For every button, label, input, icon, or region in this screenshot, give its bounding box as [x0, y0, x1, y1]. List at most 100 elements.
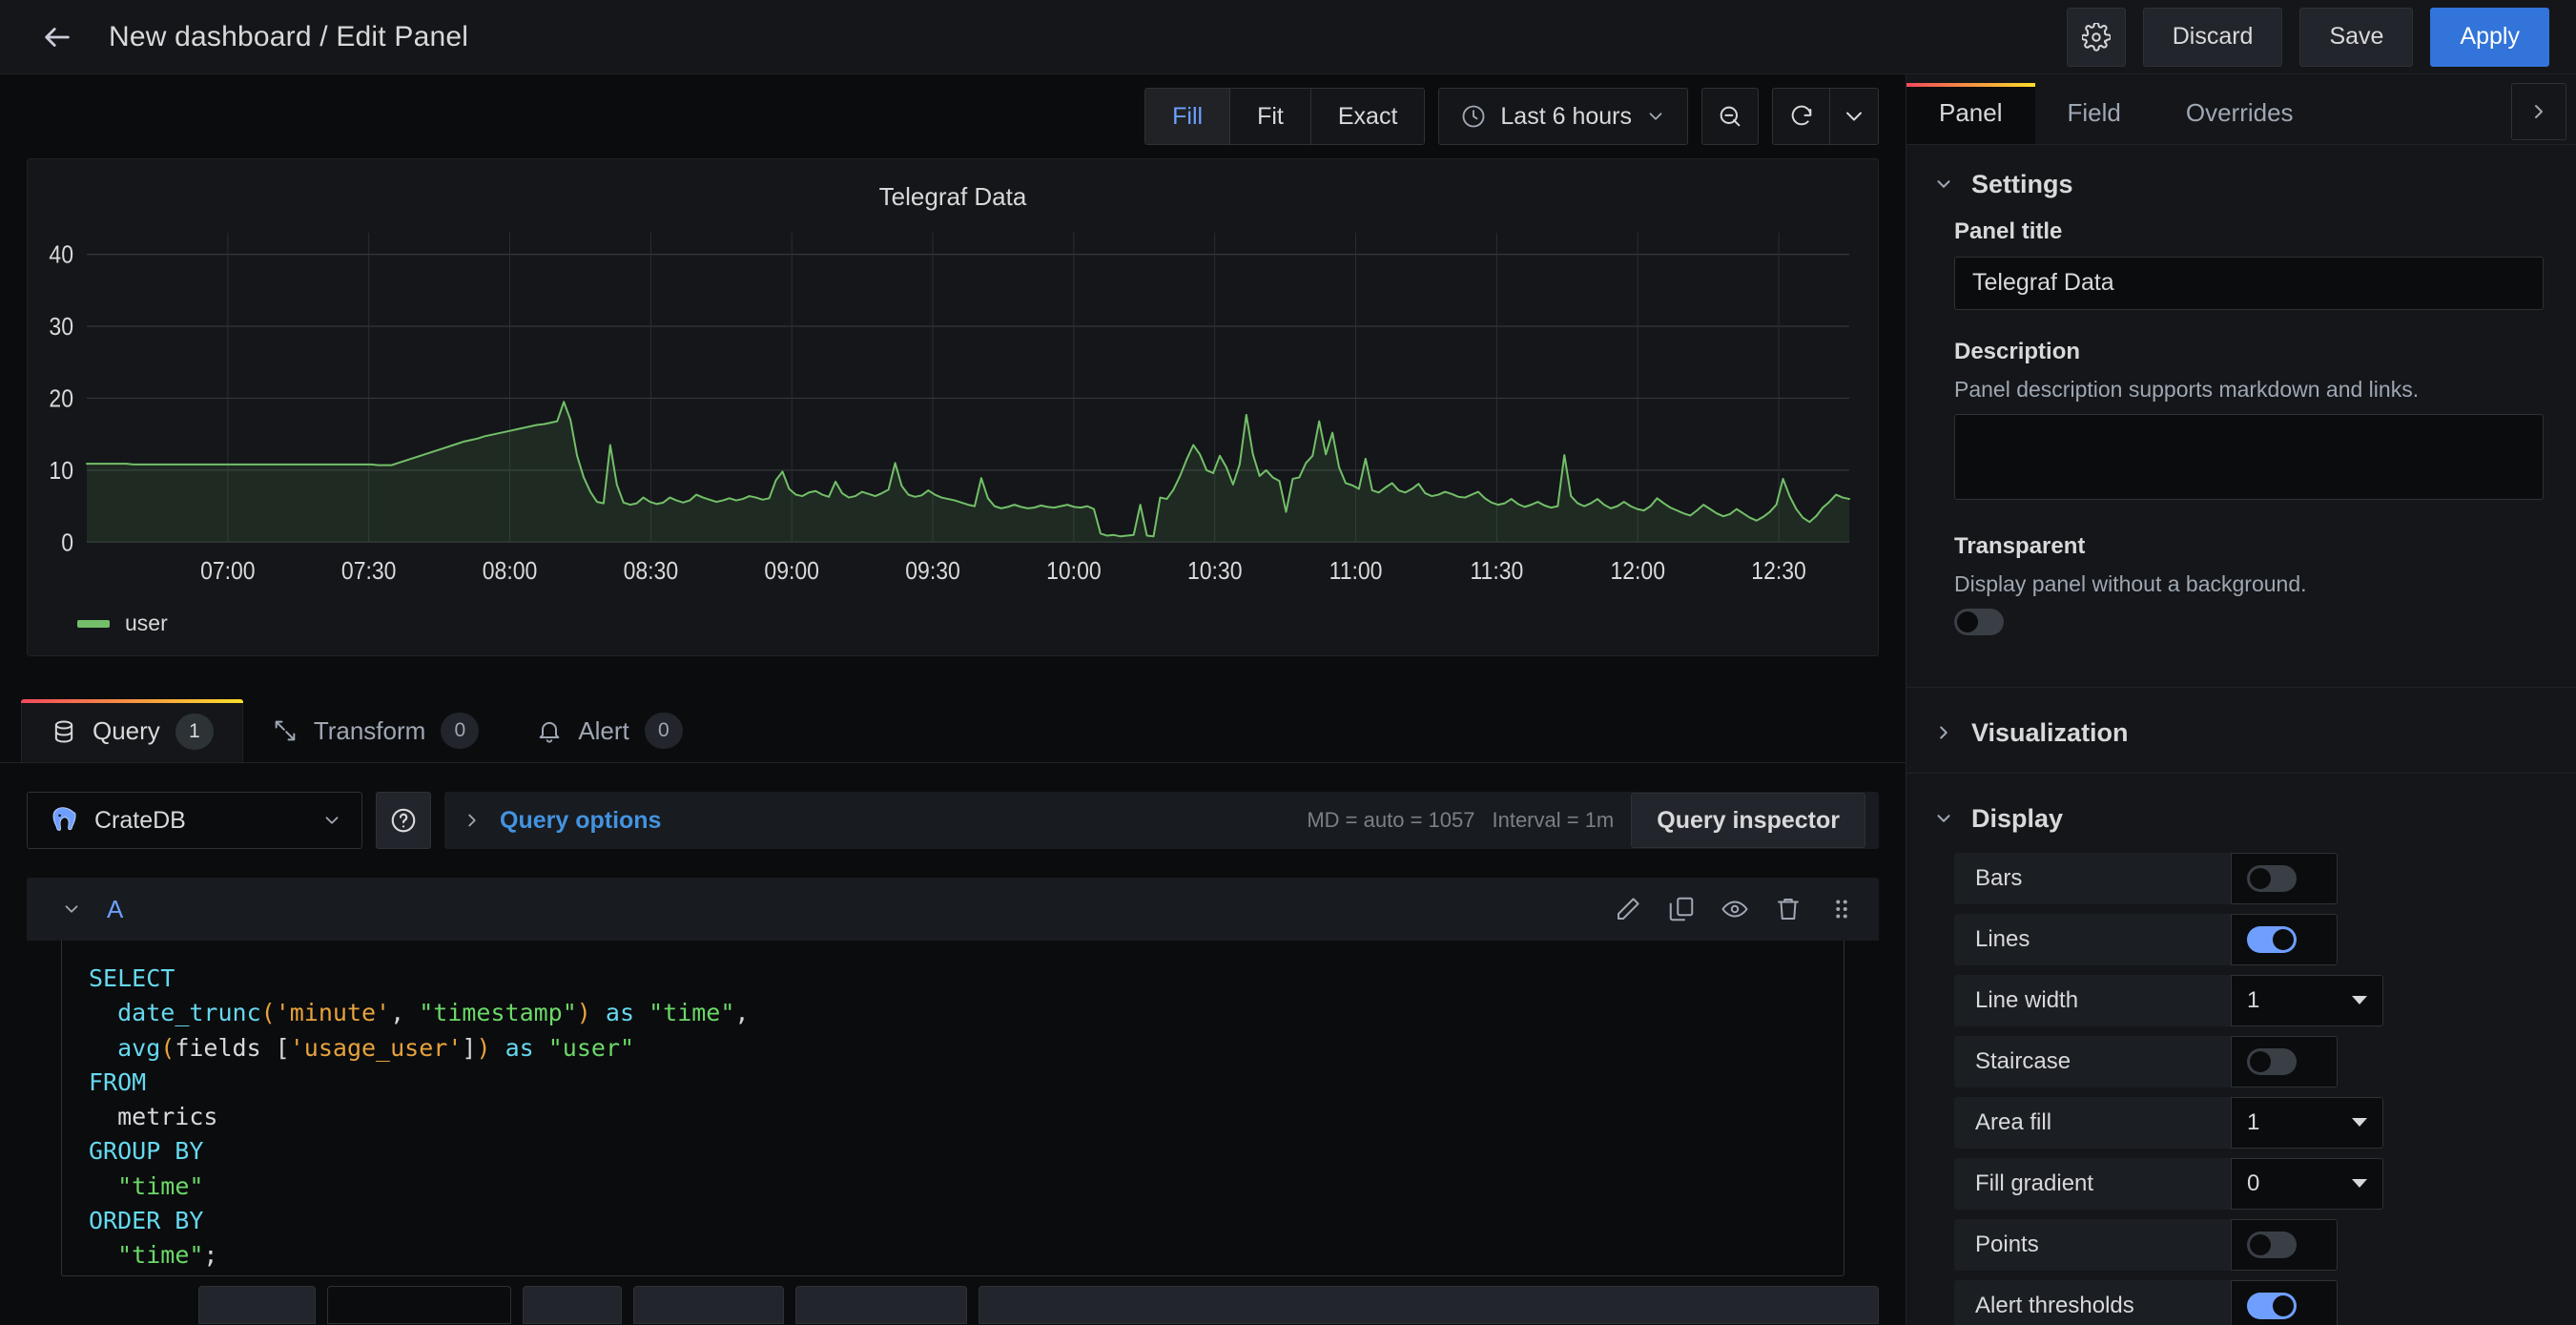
chevron-down-icon — [1649, 113, 1662, 120]
transform-icon — [275, 720, 296, 741]
svg-text:08:30: 08:30 — [624, 558, 679, 586]
chevron-down-icon[interactable] — [61, 899, 82, 920]
display-option-row: Line width 1 — [1954, 974, 2544, 1026]
tab-alert-count: 0 — [644, 713, 683, 749]
panel-title-input[interactable] — [1954, 256, 2544, 310]
toggle-lines[interactable] — [2247, 925, 2297, 953]
toggle-staircase[interactable] — [2247, 1047, 2297, 1075]
options-tab-bar: Panel Field Overrides — [1906, 74, 2576, 145]
tab-transform[interactable]: Transform 0 — [243, 699, 508, 762]
tab-field[interactable]: Field — [2035, 83, 2154, 144]
svg-text:30: 30 — [49, 314, 73, 342]
partial-button-4[interactable] — [633, 1286, 785, 1324]
clock-icon — [1462, 105, 1485, 128]
display-option-control — [2231, 1218, 2338, 1271]
refresh-interval-dropdown[interactable] — [1829, 88, 1879, 145]
sql-code-content: SELECT date_trunc('minute', "timestamp")… — [89, 964, 750, 1269]
time-range-picker[interactable]: Last 6 hours — [1438, 88, 1688, 145]
partial-button-6[interactable] — [978, 1286, 1879, 1324]
section-display-header[interactable]: Display — [1906, 779, 2576, 853]
caret-down-icon — [2352, 1179, 2367, 1189]
section-settings-header[interactable]: Settings — [1906, 145, 2576, 218]
transparent-toggle[interactable] — [1954, 608, 2004, 635]
description-textarea[interactable] — [1954, 413, 2544, 500]
select-value: 1 — [2247, 1108, 2260, 1135]
svg-text:20: 20 — [49, 385, 73, 413]
panel-settings-button[interactable] — [2066, 7, 2126, 67]
display-option-label: Points — [1954, 1218, 2231, 1271]
query-options-toggle[interactable]: Query options — [500, 807, 661, 835]
drag-handle-icon[interactable] — [1827, 895, 1856, 923]
refresh-button[interactable] — [1772, 88, 1829, 145]
toggle-points[interactable] — [2247, 1231, 2297, 1258]
legend-color-swatch — [77, 619, 110, 628]
save-button[interactable]: Save — [2299, 7, 2414, 67]
size-mode-fill[interactable]: Fill — [1145, 89, 1231, 144]
trash-icon[interactable] — [1774, 895, 1803, 923]
select-area-fill[interactable]: 1 — [2231, 1096, 2383, 1149]
description-label: Description — [1954, 338, 2081, 364]
tab-alert[interactable]: Alert 0 — [507, 699, 711, 762]
datasource-picker[interactable]: CrateDB — [27, 792, 362, 849]
eye-icon[interactable] — [1721, 895, 1749, 923]
partial-button-5[interactable] — [795, 1286, 967, 1324]
query-inspector-button[interactable]: Query inspector — [1631, 793, 1865, 848]
collapse-options-pane-button[interactable] — [2511, 82, 2566, 140]
tab-panel[interactable]: Panel — [1906, 82, 2035, 144]
bell-icon — [539, 721, 560, 743]
svg-text:0: 0 — [61, 529, 73, 557]
discard-button[interactable]: Discard — [2142, 7, 2283, 67]
svg-text:12:30: 12:30 — [1751, 558, 1806, 586]
database-icon — [54, 720, 73, 742]
sql-editor[interactable]: SELECT date_trunc('minute', "timestamp")… — [61, 941, 1844, 1276]
options-scroll-area[interactable]: Settings Panel title Description Panel d… — [1906, 145, 2576, 1325]
viz-toolbar: Fill Fit Exact Last 6 hours — [0, 74, 1906, 158]
svg-text:10:00: 10:00 — [1046, 558, 1102, 586]
workspace: Fill Fit Exact Last 6 hours Telegraf Dat… — [0, 74, 2576, 1325]
zoom-out-button[interactable] — [1701, 88, 1759, 145]
toggle-bars[interactable] — [2247, 864, 2297, 892]
chevron-right-icon[interactable] — [462, 810, 483, 831]
svg-text:12:00: 12:00 — [1610, 558, 1665, 586]
legend-series-label[interactable]: user — [125, 611, 168, 636]
panel-size-mode-group: Fill Fit Exact — [1144, 88, 1426, 145]
select-fill-gradient[interactable]: 0 — [2231, 1157, 2383, 1210]
chart-area[interactable]: 0 10 20 30 40 07:00 07:30 08:00 08:30 09:00 09:30 1… — [28, 217, 1878, 601]
chevron-right-icon — [1940, 726, 1947, 739]
size-mode-exact[interactable]: Exact — [1310, 89, 1425, 144]
chart-legend: user — [28, 601, 1878, 655]
panel-header-title: Telegraf Data — [878, 182, 1027, 211]
size-mode-fit[interactable]: Fit — [1230, 89, 1311, 144]
display-option-control — [2231, 852, 2338, 904]
tab-query[interactable]: Query 1 — [21, 699, 243, 762]
partial-button-1[interactable] — [198, 1286, 317, 1324]
svg-text:11:30: 11:30 — [1470, 558, 1523, 586]
caret-down-icon — [2352, 1118, 2367, 1128]
partial-button-2[interactable] — [327, 1286, 512, 1324]
apply-button[interactable]: Apply — [2430, 7, 2549, 67]
graph-panel: Telegraf Data 0 10 20 30 40 07:00 07:30 08:00 08… — [27, 158, 1879, 656]
section-visualization-header[interactable]: Visualization — [1906, 694, 2576, 767]
transparent-help-text: Display panel without a background. — [1954, 570, 2307, 596]
svg-text:40: 40 — [49, 241, 73, 269]
datasource-help-button[interactable] — [376, 792, 431, 849]
display-option-row: Fill gradient 0 — [1954, 1157, 2544, 1210]
svg-text:09:30: 09:30 — [905, 558, 960, 586]
select-line-width[interactable]: 1 — [2231, 974, 2383, 1026]
left-pane: Fill Fit Exact Last 6 hours Telegraf Dat… — [0, 74, 1906, 1325]
copy-icon[interactable] — [1667, 895, 1696, 923]
partial-button-3[interactable] — [523, 1286, 623, 1324]
query-ref-id[interactable]: A — [107, 895, 123, 924]
top-bar: New dashboard / Edit Panel Discard Save … — [0, 0, 2576, 74]
display-option-label: Staircase — [1954, 1035, 2231, 1087]
back-button[interactable] — [32, 12, 82, 62]
toggle-alert-thresholds[interactable] — [2247, 1292, 2297, 1319]
query-editor-body: CrateDB Query options MD = auto = 1057 I… — [0, 763, 1906, 1325]
transparent-label: Transparent — [1954, 532, 2086, 559]
display-option-control — [2231, 913, 2338, 965]
chevron-down-icon — [1937, 180, 1950, 189]
pencil-icon[interactable] — [1614, 895, 1642, 923]
help-circle-icon — [391, 808, 416, 833]
tab-overrides[interactable]: Overrides — [2154, 83, 2326, 144]
divider-visualization — [1906, 686, 2576, 688]
